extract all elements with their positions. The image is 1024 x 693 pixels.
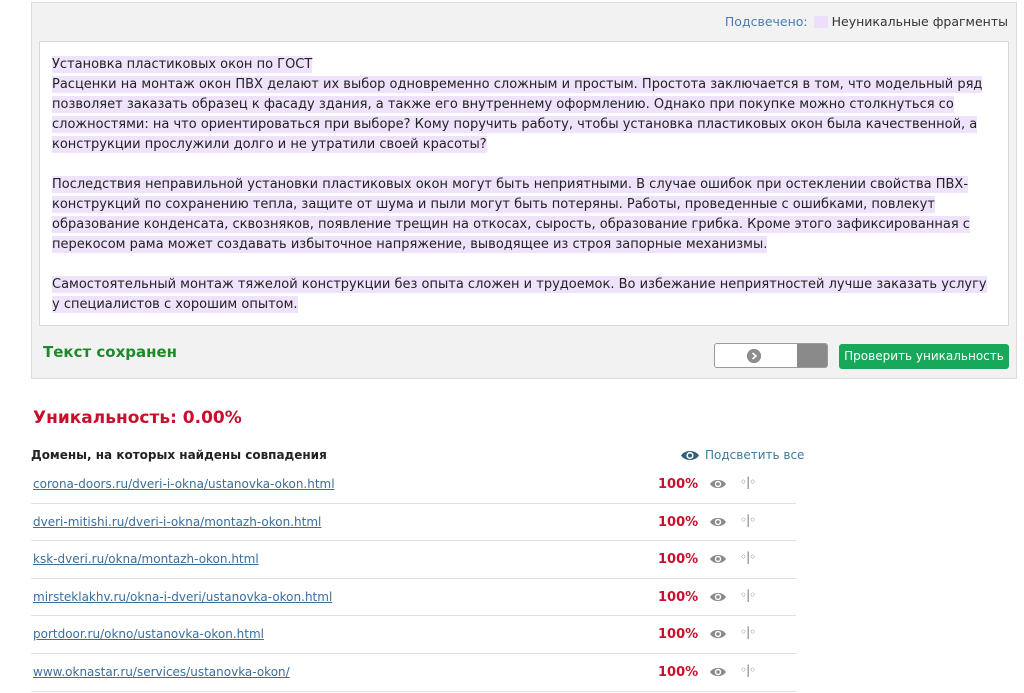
compare-icon[interactable]: ◦|◦ bbox=[740, 550, 756, 564]
match-percent: 100% bbox=[658, 589, 699, 605]
highlight-all-label: Подсветить все bbox=[705, 448, 805, 462]
arrow-right-circle-icon bbox=[747, 349, 761, 363]
checked-text-area[interactable]: Установка пластиковых окон по ГОСТ Расце… bbox=[39, 41, 1009, 326]
option-toggle[interactable] bbox=[714, 343, 828, 368]
domain-link[interactable]: www.oknastar.ru/services/ustanovka-okon/ bbox=[33, 665, 290, 679]
domain-link[interactable]: corona-doors.ru/dveri-i-okna/ustanovka-o… bbox=[33, 477, 335, 491]
compare-icon[interactable]: ◦|◦ bbox=[740, 625, 756, 639]
toggle-track-dark bbox=[797, 344, 827, 367]
eye-icon[interactable] bbox=[709, 591, 727, 603]
text-paragraph: Последствия неправильной установки пласт… bbox=[52, 175, 998, 255]
table-row: dveri-mitishi.ru/dveri-i-okna/montazh-ok… bbox=[31, 504, 796, 542]
compare-icon[interactable]: ◦|◦ bbox=[740, 475, 756, 489]
eye-icon[interactable] bbox=[709, 516, 727, 528]
table-row: mirsteklakhv.ru/okna-i-dveri/ustanovka-o… bbox=[31, 579, 796, 617]
highlight-all-link[interactable]: Подсветить все bbox=[680, 448, 804, 462]
eye-icon bbox=[680, 449, 700, 462]
text-paragraph: Установка пластиковых окон по ГОСТ Расце… bbox=[52, 55, 998, 155]
domain-link[interactable]: mirsteklakhv.ru/okna-i-dveri/ustanovka-o… bbox=[33, 590, 332, 604]
text-paragraph: Самостоятельный монтаж тяжелой конструкц… bbox=[52, 275, 998, 315]
highlighted-fragment: Последствия неправильной установки пласт… bbox=[52, 176, 970, 253]
highlighted-fragment: Самостоятельный монтаж тяжелой конструкц… bbox=[52, 276, 987, 313]
table-row: corona-doors.ru/dveri-i-okna/ustanovka-o… bbox=[31, 466, 796, 504]
domain-link[interactable]: dveri-mitishi.ru/dveri-i-okna/montazh-ok… bbox=[33, 515, 321, 529]
match-percent: 100% bbox=[658, 627, 699, 643]
match-percent: 100% bbox=[658, 664, 699, 680]
eye-icon[interactable] bbox=[709, 628, 727, 640]
compare-icon[interactable]: ◦|◦ bbox=[740, 663, 756, 677]
table-row: www.oknastar.ru/services/ustanovka-okon/… bbox=[31, 654, 796, 692]
save-status: Текст сохранен bbox=[43, 343, 178, 361]
match-percent: 100% bbox=[658, 477, 699, 492]
legend-label: Подсвечено: bbox=[724, 14, 808, 29]
eye-icon[interactable] bbox=[709, 553, 727, 565]
compare-icon[interactable]: ◦|◦ bbox=[740, 588, 756, 602]
domain-link[interactable]: ksk-dveri.ru/okna/montazh-okon.html bbox=[33, 552, 259, 566]
highlighted-fragment: Установка пластиковых окон по ГОСТ Расце… bbox=[52, 56, 983, 153]
check-uniqueness-button[interactable]: Проверить уникальность bbox=[839, 344, 1009, 369]
highlight-legend: Подсвечено: Неуникальные фрагменты bbox=[725, 14, 1008, 29]
table-row: ksk-dveri.ru/okna/montazh-okon.html 100%… bbox=[31, 541, 796, 579]
eye-icon[interactable] bbox=[709, 478, 727, 490]
legend-swatch bbox=[813, 15, 828, 28]
legend-text: Неуникальные фрагменты bbox=[831, 14, 1008, 29]
table-row: portdoor.ru/okno/ustanovka-okon.html 100… bbox=[31, 616, 796, 654]
compare-icon[interactable]: ◦|◦ bbox=[740, 513, 756, 527]
eye-icon[interactable] bbox=[709, 666, 727, 678]
text-check-panel: Подсвечено: Неуникальные фрагменты Устан… bbox=[31, 2, 1017, 379]
match-percent: 100% bbox=[658, 552, 699, 568]
uniqueness-result: Уникальность: 0.00% bbox=[33, 408, 242, 428]
match-percent: 100% bbox=[658, 514, 699, 530]
domain-link[interactable]: portdoor.ru/okno/ustanovka-okon.html bbox=[33, 627, 264, 641]
domains-table: corona-doors.ru/dveri-i-okna/ustanovka-o… bbox=[31, 466, 796, 692]
domains-heading: Домены, на которых найдены совпадения bbox=[31, 448, 327, 462]
